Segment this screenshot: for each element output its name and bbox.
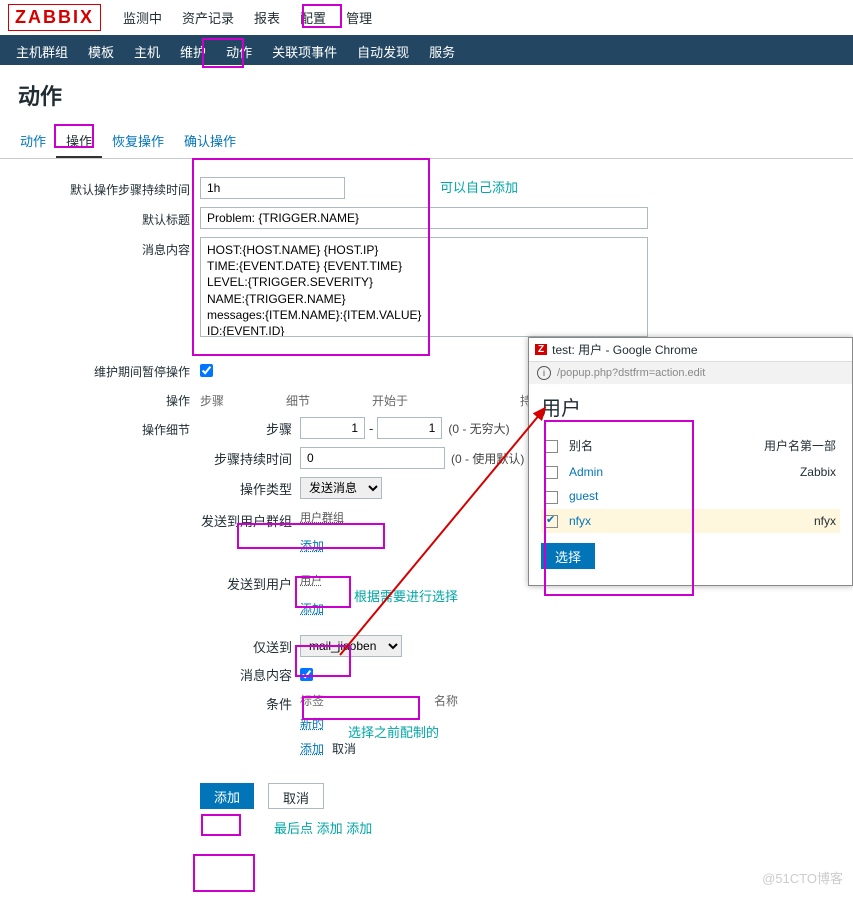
label-msg-content: 消息内容 [200,665,300,684]
button-add[interactable]: 添加 [200,783,254,809]
user-table: 别名 用户名第一部 Admin Zabbix guest nfyx nfyx [541,431,840,533]
nav-monitoring[interactable]: 监测中 [113,0,172,35]
subnav-maintenance[interactable]: 维护 [170,35,216,65]
watermark: @51CTO博客 [762,868,843,887]
page-title: 动作 [0,65,853,125]
subnav-hosts[interactable]: 主机 [124,35,170,65]
input-step-dur[interactable] [300,447,445,469]
user-alias[interactable]: Admin [569,465,603,479]
highlight-box [193,854,255,892]
label-conditions: 条件 [200,692,300,713]
link-cancel-op[interactable]: 取消 [332,740,356,757]
label-only-send: 仅送到 [200,637,300,656]
subnav-actions[interactable]: 动作 [216,35,262,65]
input-step-duration[interactable] [200,177,345,199]
select-only-send[interactable]: mail_jiaoben [300,635,402,657]
tabs: 动作 操作 恢复操作 确认操作 [0,125,853,159]
popup-heading: 用户 [541,392,840,421]
user-name [660,484,840,508]
checkbox-user[interactable] [545,491,558,504]
sub-navigation: 主机群组 模板 主机 维护 动作 关联项事件 自动发现 服务 [0,35,853,65]
tab-operations[interactable]: 操作 [56,125,102,158]
ops-head-details: 细节 [286,392,310,409]
label-maintenance-pause: 维护期间暂停操作 [10,359,200,380]
subnav-templates[interactable]: 模板 [78,35,124,65]
steps-hint: (0 - 无穷大) [442,420,509,437]
col-username: 用户名第一部 [660,431,840,460]
checkbox-all[interactable] [545,440,558,453]
input-step-from[interactable] [300,417,365,439]
subnav-hostgroups[interactable]: 主机群组 [6,35,78,65]
popup-titlebar: Z test: 用户 - Google Chrome [529,338,852,362]
popup-url-bar: i /popup.php?dstfrm=action.edit [529,362,852,384]
label-steps: 步骤 [200,419,300,438]
nav-reports[interactable]: 报表 [244,0,290,35]
logo: ZABBIX [8,4,101,31]
subnav-correlation[interactable]: 关联项事件 [262,35,347,65]
subnav-services[interactable]: 服务 [419,35,465,65]
label-step-dur: 步骤持续时间 [200,449,300,468]
link-add-op[interactable]: 添加 [300,740,324,757]
popup-user-picker: Z test: 用户 - Google Chrome i /popup.php?… [528,337,853,586]
label-op-type: 操作类型 [200,479,300,498]
button-select[interactable]: 选择 [541,543,595,569]
cond-head-tag: 标签 [300,692,324,709]
button-cancel[interactable]: 取消 [268,783,324,809]
info-icon: i [537,366,551,380]
user-name: nfyx [660,509,840,533]
label-step-duration: 默认操作步骤持续时间 [10,177,200,198]
table-row: nfyx nfyx [541,509,840,533]
link-add-group[interactable]: 添加 [300,537,344,554]
link-new-condition[interactable]: 新的 [300,715,458,732]
label-send-user: 发送到用户 [200,572,300,593]
select-op-type[interactable]: 发送消息 [300,477,382,499]
ops-head-steps: 步骤 [200,392,224,409]
send-group-head: 用户群组 [300,509,344,525]
nav-administration[interactable]: 管理 [336,0,382,35]
checkbox-maintenance[interactable] [200,364,213,377]
checkbox-user[interactable] [545,515,558,528]
input-default-title[interactable] [200,207,648,229]
top-navigation: ZABBIX 监测中 资产记录 报表 配置 管理 [0,0,853,35]
user-alias[interactable]: nfyx [569,514,591,528]
input-step-to[interactable] [377,417,442,439]
label-op-detail: 操作细节 [10,417,200,438]
cond-head-name: 名称 [434,692,458,709]
step-dur-hint: (0 - 使用默认) [445,450,524,467]
tab-action[interactable]: 动作 [10,125,56,158]
user-alias[interactable]: guest [569,489,598,503]
subnav-discovery[interactable]: 自动发现 [347,35,419,65]
table-row: Admin Zabbix [541,460,840,484]
label-default-title: 默认标题 [10,207,200,228]
popup-url: /popup.php?dstfrm=action.edit [557,367,844,379]
link-add-user[interactable]: 添加 [300,600,324,617]
tab-ack[interactable]: 确认操作 [174,125,246,158]
tab-recovery[interactable]: 恢复操作 [102,125,174,158]
nav-configuration[interactable]: 配置 [290,0,336,35]
textarea-message[interactable] [200,237,648,337]
label-operations: 操作 [10,388,200,409]
table-row: guest [541,484,840,508]
send-user-head: 用户 [300,572,324,588]
nav-inventory[interactable]: 资产记录 [172,0,244,35]
user-name: Zabbix [660,460,840,484]
label-message: 消息内容 [10,237,200,258]
checkbox-msg-content[interactable] [300,668,313,681]
ops-head-start: 开始于 [372,392,408,409]
label-send-group: 发送到用户群组 [200,509,300,530]
popup-title: test: 用户 - Google Chrome [552,341,697,358]
col-alias: 别名 [565,431,660,460]
popup-icon: Z [535,344,547,355]
checkbox-user[interactable] [545,466,558,479]
